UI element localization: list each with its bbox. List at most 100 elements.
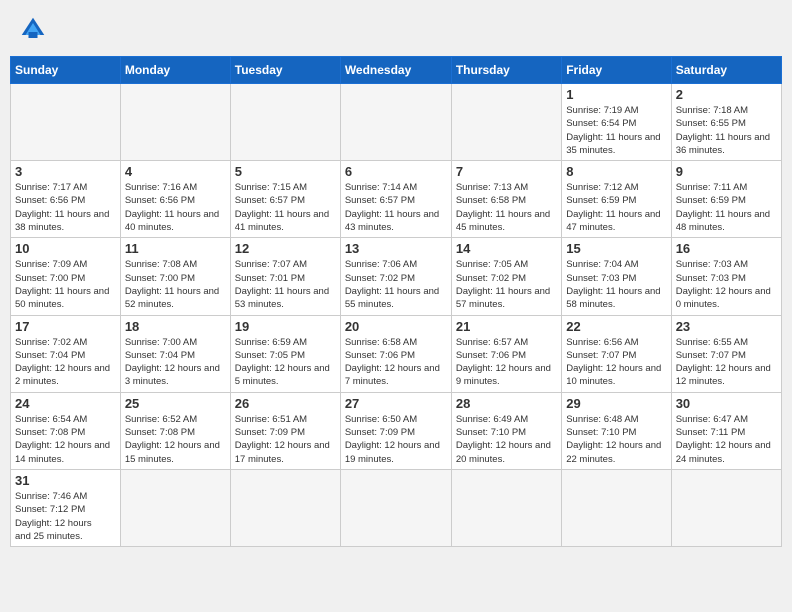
calendar-cell: 22 Sunrise: 6:56 AMSunset: 7:07 PMDayligh… bbox=[562, 315, 671, 392]
calendar-cell: 20 Sunrise: 6:58 AMSunset: 7:06 PMDayligh… bbox=[340, 315, 451, 392]
weekday-header-monday: Monday bbox=[120, 57, 230, 84]
day-info: Sunrise: 7:16 AMSunset: 6:56 PMDaylight:… bbox=[125, 181, 226, 234]
day-number: 9 bbox=[676, 164, 777, 179]
day-info: Sunrise: 6:52 AMSunset: 7:08 PMDaylight:… bbox=[125, 413, 226, 466]
day-number: 1 bbox=[566, 87, 666, 102]
day-number: 10 bbox=[15, 241, 116, 256]
day-info: Sunrise: 7:05 AMSunset: 7:02 PMDaylight:… bbox=[456, 258, 557, 311]
day-number: 29 bbox=[566, 396, 666, 411]
calendar-cell bbox=[671, 469, 781, 546]
day-info: Sunrise: 6:49 AMSunset: 7:10 PMDaylight:… bbox=[456, 413, 557, 466]
calendar-cell: 6 Sunrise: 7:14 AMSunset: 6:57 PMDaylight… bbox=[340, 161, 451, 238]
calendar-cell: 24Sunrise: 6:54 AMSunset: 7:08 PMDayligh… bbox=[11, 392, 121, 469]
calendar-cell: 3 Sunrise: 7:17 AMSunset: 6:56 PMDaylight… bbox=[11, 161, 121, 238]
day-info: Sunrise: 7:46 AMSunset: 7:12 PMDaylight:… bbox=[15, 490, 116, 543]
weekday-header-wednesday: Wednesday bbox=[340, 57, 451, 84]
day-info: Sunrise: 7:07 AMSunset: 7:01 PMDaylight:… bbox=[235, 258, 336, 311]
day-info: Sunrise: 7:02 AMSunset: 7:04 PMDaylight:… bbox=[15, 336, 116, 389]
calendar-week-row: 10 Sunrise: 7:09 AMSunset: 7:00 PMDayligh… bbox=[11, 238, 782, 315]
day-info: Sunrise: 6:47 AMSunset: 7:11 PMDaylight:… bbox=[676, 413, 777, 466]
calendar-week-row: 24Sunrise: 6:54 AMSunset: 7:08 PMDayligh… bbox=[11, 392, 782, 469]
calendar-cell: 10 Sunrise: 7:09 AMSunset: 7:00 PMDayligh… bbox=[11, 238, 121, 315]
calendar-cell bbox=[120, 84, 230, 161]
page: SundayMondayTuesdayWednesdayThursdayFrid… bbox=[0, 0, 792, 557]
calendar-cell: 23Sunrise: 6:55 AMSunset: 7:07 PMDayligh… bbox=[671, 315, 781, 392]
calendar-cell bbox=[120, 469, 230, 546]
day-number: 20 bbox=[345, 319, 447, 334]
calendar-cell: 25 Sunrise: 6:52 AMSunset: 7:08 PMDayligh… bbox=[120, 392, 230, 469]
calendar-cell bbox=[340, 84, 451, 161]
calendar-cell bbox=[451, 84, 561, 161]
day-info: Sunrise: 7:04 AMSunset: 7:03 PMDaylight:… bbox=[566, 258, 666, 311]
day-info: Sunrise: 6:59 AMSunset: 7:05 PMDaylight:… bbox=[235, 336, 336, 389]
calendar-cell: 9Sunrise: 7:11 AMSunset: 6:59 PMDaylight… bbox=[671, 161, 781, 238]
calendar-cell: 5 Sunrise: 7:15 AMSunset: 6:57 PMDaylight… bbox=[230, 161, 340, 238]
calendar-cell: 18 Sunrise: 7:00 AMSunset: 7:04 PMDayligh… bbox=[120, 315, 230, 392]
day-number: 15 bbox=[566, 241, 666, 256]
weekday-header-saturday: Saturday bbox=[671, 57, 781, 84]
day-number: 16 bbox=[676, 241, 777, 256]
day-number: 22 bbox=[566, 319, 666, 334]
day-number: 4 bbox=[125, 164, 226, 179]
day-number: 17 bbox=[15, 319, 116, 334]
calendar-cell bbox=[340, 469, 451, 546]
day-number: 24 bbox=[15, 396, 116, 411]
calendar-week-row: 3 Sunrise: 7:17 AMSunset: 6:56 PMDaylight… bbox=[11, 161, 782, 238]
calendar-cell: 17 Sunrise: 7:02 AMSunset: 7:04 PMDayligh… bbox=[11, 315, 121, 392]
day-info: Sunrise: 6:58 AMSunset: 7:06 PMDaylight:… bbox=[345, 336, 447, 389]
day-number: 8 bbox=[566, 164, 666, 179]
day-info: Sunrise: 7:18 AMSunset: 6:55 PMDaylight:… bbox=[676, 104, 777, 157]
calendar-cell: 2Sunrise: 7:18 AMSunset: 6:55 PMDaylight… bbox=[671, 84, 781, 161]
weekday-header-row: SundayMondayTuesdayWednesdayThursdayFrid… bbox=[11, 57, 782, 84]
day-info: Sunrise: 6:56 AMSunset: 7:07 PMDaylight:… bbox=[566, 336, 666, 389]
calendar-cell: 29Sunrise: 6:48 AMSunset: 7:10 PMDayligh… bbox=[562, 392, 671, 469]
day-number: 11 bbox=[125, 241, 226, 256]
calendar-cell: 14 Sunrise: 7:05 AMSunset: 7:02 PMDayligh… bbox=[451, 238, 561, 315]
calendar-cell: 31 Sunrise: 7:46 AMSunset: 7:12 PMDayligh… bbox=[11, 469, 121, 546]
weekday-header-tuesday: Tuesday bbox=[230, 57, 340, 84]
day-number: 30 bbox=[676, 396, 777, 411]
day-number: 27 bbox=[345, 396, 447, 411]
day-info: Sunrise: 7:12 AMSunset: 6:59 PMDaylight:… bbox=[566, 181, 666, 234]
day-info: Sunrise: 7:06 AMSunset: 7:02 PMDaylight:… bbox=[345, 258, 447, 311]
calendar-cell: 12 Sunrise: 7:07 AMSunset: 7:01 PMDayligh… bbox=[230, 238, 340, 315]
day-info: Sunrise: 6:51 AMSunset: 7:09 PMDaylight:… bbox=[235, 413, 336, 466]
day-number: 31 bbox=[15, 473, 116, 488]
calendar-table: SundayMondayTuesdayWednesdayThursdayFrid… bbox=[10, 56, 782, 547]
day-number: 19 bbox=[235, 319, 336, 334]
day-number: 6 bbox=[345, 164, 447, 179]
calendar-cell: 13 Sunrise: 7:06 AMSunset: 7:02 PMDayligh… bbox=[340, 238, 451, 315]
calendar-cell: 26 Sunrise: 6:51 AMSunset: 7:09 PMDayligh… bbox=[230, 392, 340, 469]
day-number: 25 bbox=[125, 396, 226, 411]
day-info: Sunrise: 7:17 AMSunset: 6:56 PMDaylight:… bbox=[15, 181, 116, 234]
calendar-cell bbox=[562, 469, 671, 546]
day-number: 5 bbox=[235, 164, 336, 179]
calendar-cell bbox=[230, 469, 340, 546]
calendar-cell: 7Sunrise: 7:13 AMSunset: 6:58 PMDaylight… bbox=[451, 161, 561, 238]
day-number: 12 bbox=[235, 241, 336, 256]
day-number: 14 bbox=[456, 241, 557, 256]
day-info: Sunrise: 6:57 AMSunset: 7:06 PMDaylight:… bbox=[456, 336, 557, 389]
day-number: 23 bbox=[676, 319, 777, 334]
calendar-cell: 27Sunrise: 6:50 AMSunset: 7:09 PMDayligh… bbox=[340, 392, 451, 469]
day-number: 13 bbox=[345, 241, 447, 256]
day-info: Sunrise: 7:19 AMSunset: 6:54 PMDaylight:… bbox=[566, 104, 666, 157]
day-number: 26 bbox=[235, 396, 336, 411]
day-info: Sunrise: 7:00 AMSunset: 7:04 PMDaylight:… bbox=[125, 336, 226, 389]
calendar-cell: 16Sunrise: 7:03 AMSunset: 7:03 PMDayligh… bbox=[671, 238, 781, 315]
calendar-cell: 11Sunrise: 7:08 AMSunset: 7:00 PMDayligh… bbox=[120, 238, 230, 315]
day-info: Sunrise: 7:13 AMSunset: 6:58 PMDaylight:… bbox=[456, 181, 557, 234]
day-info: Sunrise: 7:09 AMSunset: 7:00 PMDaylight:… bbox=[15, 258, 116, 311]
calendar-cell: 19 Sunrise: 6:59 AMSunset: 7:05 PMDayligh… bbox=[230, 315, 340, 392]
calendar-cell bbox=[451, 469, 561, 546]
day-number: 3 bbox=[15, 164, 116, 179]
weekday-header-friday: Friday bbox=[562, 57, 671, 84]
day-info: Sunrise: 7:14 AMSunset: 6:57 PMDaylight:… bbox=[345, 181, 447, 234]
weekday-header-thursday: Thursday bbox=[451, 57, 561, 84]
header bbox=[10, 10, 782, 48]
day-info: Sunrise: 7:15 AMSunset: 6:57 PMDaylight:… bbox=[235, 181, 336, 234]
day-number: 18 bbox=[125, 319, 226, 334]
logo-icon bbox=[18, 14, 48, 44]
day-number: 21 bbox=[456, 319, 557, 334]
logo bbox=[18, 14, 52, 44]
